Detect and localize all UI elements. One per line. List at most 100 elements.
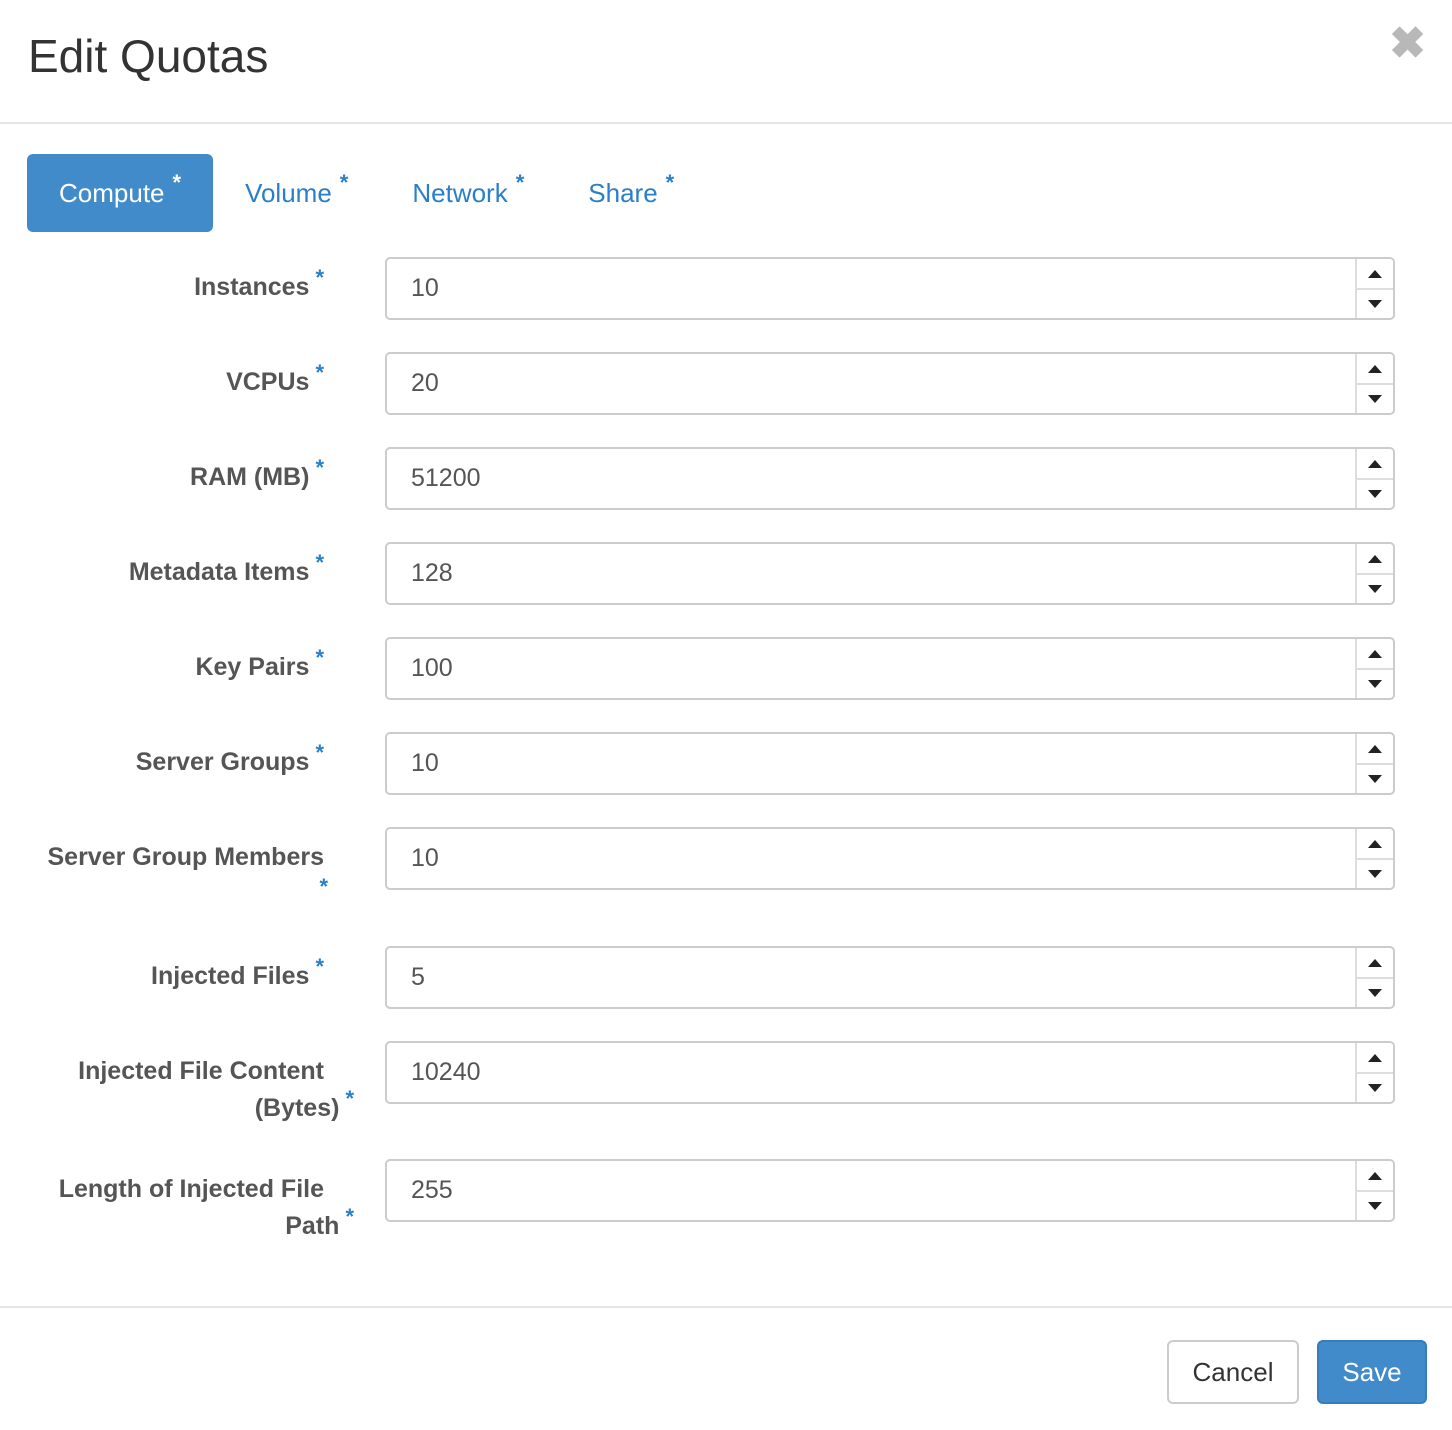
injected-files-stepper — [385, 946, 1395, 1009]
tab-volume[interactable]: Volume * — [213, 154, 380, 232]
caret-down-icon — [1368, 299, 1382, 308]
server-group-members-stepper — [385, 827, 1395, 890]
injected-file-path-length-input[interactable] — [387, 1161, 1357, 1220]
decrement-button[interactable] — [1357, 669, 1393, 698]
ram-stepper — [385, 447, 1395, 510]
injected-file-content-stepper — [385, 1041, 1395, 1104]
caret-down-icon — [1368, 679, 1382, 688]
caret-down-icon — [1368, 988, 1382, 997]
injected-files-input[interactable] — [387, 948, 1357, 1007]
tab-network[interactable]: Network * — [380, 154, 556, 232]
increment-button[interactable] — [1357, 354, 1393, 385]
increment-button[interactable] — [1357, 639, 1393, 670]
decrement-button[interactable] — [1357, 384, 1393, 413]
decrement-button[interactable] — [1357, 764, 1393, 793]
tab-compute[interactable]: Compute * — [27, 154, 214, 232]
save-button[interactable]: Save — [1317, 1340, 1427, 1404]
required-star: * — [665, 170, 675, 195]
spinner — [1355, 1161, 1393, 1220]
decrement-button[interactable] — [1357, 289, 1393, 318]
caret-down-icon — [1368, 869, 1382, 878]
tab-label: Volume — [245, 177, 332, 208]
metadata-items-stepper — [385, 542, 1395, 605]
caret-up-icon — [1368, 839, 1382, 848]
ram-input[interactable] — [387, 449, 1357, 508]
caret-up-icon — [1368, 1053, 1382, 1062]
increment-button[interactable] — [1357, 948, 1393, 979]
decrement-button[interactable] — [1357, 574, 1393, 603]
required-star: * — [315, 645, 324, 670]
caret-up-icon — [1368, 958, 1382, 967]
field-label-injected-file-content: Injected File Content (Bytes) * — [78, 1057, 354, 1122]
required-star: * — [315, 360, 324, 385]
caret-down-icon — [1368, 1083, 1382, 1092]
vcpus-stepper — [385, 352, 1395, 415]
caret-down-icon — [1368, 584, 1382, 593]
increment-button[interactable] — [1357, 1161, 1393, 1192]
spinner — [1355, 449, 1393, 508]
field-label-injected-file-path-length: Length of Injected File Path * — [58, 1175, 354, 1240]
instances-input[interactable] — [387, 259, 1357, 318]
decrement-button[interactable] — [1357, 479, 1393, 508]
caret-up-icon — [1368, 459, 1382, 468]
spinner — [1355, 734, 1393, 793]
cancel-button[interactable]: Cancel — [1167, 1340, 1299, 1404]
field-label-vcpus: VCPUs * — [226, 360, 324, 396]
field-label-key-pairs: Key Pairs * — [195, 645, 324, 681]
vcpus-input[interactable] — [387, 354, 1357, 413]
increment-button[interactable] — [1357, 829, 1393, 860]
spinner — [1355, 948, 1393, 1007]
injected-file-content-input[interactable] — [387, 1043, 1357, 1102]
spinner — [1355, 829, 1393, 888]
caret-up-icon — [1368, 744, 1382, 753]
tab-label: Compute — [59, 177, 165, 208]
key-pairs-input[interactable] — [387, 639, 1357, 698]
instances-stepper — [385, 257, 1395, 320]
required-star: * — [515, 170, 525, 195]
field-label-metadata-items: Metadata Items * — [128, 550, 324, 586]
caret-down-icon — [1368, 774, 1382, 783]
required-star: * — [315, 455, 324, 480]
caret-down-icon — [1368, 489, 1382, 498]
modal-title: Edit Quotas — [28, 30, 269, 82]
caret-down-icon — [1368, 1201, 1382, 1210]
quota-tabs: Compute * Volume * Network * Share * — [27, 154, 706, 232]
increment-button[interactable] — [1357, 259, 1393, 290]
decrement-button[interactable] — [1357, 1073, 1393, 1102]
required-star: * — [319, 874, 328, 899]
injected-file-path-length-stepper — [385, 1159, 1395, 1222]
server-groups-stepper — [385, 732, 1395, 795]
field-label-server-groups: Server Groups * — [135, 740, 324, 776]
required-star: * — [345, 1086, 354, 1111]
required-star: * — [315, 550, 324, 575]
required-star: * — [315, 954, 324, 979]
decrement-button[interactable] — [1357, 1191, 1393, 1220]
server-groups-input[interactable] — [387, 734, 1357, 793]
spinner — [1355, 259, 1393, 318]
metadata-items-input[interactable] — [387, 544, 1357, 603]
tab-share[interactable]: Share * — [556, 154, 706, 232]
decrement-button[interactable] — [1357, 978, 1393, 1007]
increment-button[interactable] — [1357, 544, 1393, 575]
caret-up-icon — [1368, 364, 1382, 373]
required-star: * — [315, 265, 324, 290]
required-star: * — [172, 170, 182, 195]
spinner — [1355, 1043, 1393, 1102]
modal-footer: Cancel Save — [0, 1306, 1452, 1430]
server-group-members-input[interactable] — [387, 829, 1357, 888]
caret-up-icon — [1368, 1171, 1382, 1180]
required-star: * — [339, 170, 349, 195]
tab-label: Network — [412, 177, 508, 208]
spinner — [1355, 544, 1393, 603]
field-label-injected-files: Injected Files * — [151, 954, 324, 990]
spinner — [1355, 354, 1393, 413]
decrement-button[interactable] — [1357, 859, 1393, 888]
increment-button[interactable] — [1357, 449, 1393, 480]
increment-button[interactable] — [1357, 734, 1393, 765]
required-star: * — [345, 1204, 354, 1229]
modal-header: Edit Quotas ✖ — [0, 0, 1452, 124]
field-label-server-group-members: Server Group Members * — [0, 839, 329, 898]
increment-button[interactable] — [1357, 1043, 1393, 1074]
spinner — [1355, 639, 1393, 698]
close-icon[interactable]: ✖ — [1389, 22, 1426, 66]
